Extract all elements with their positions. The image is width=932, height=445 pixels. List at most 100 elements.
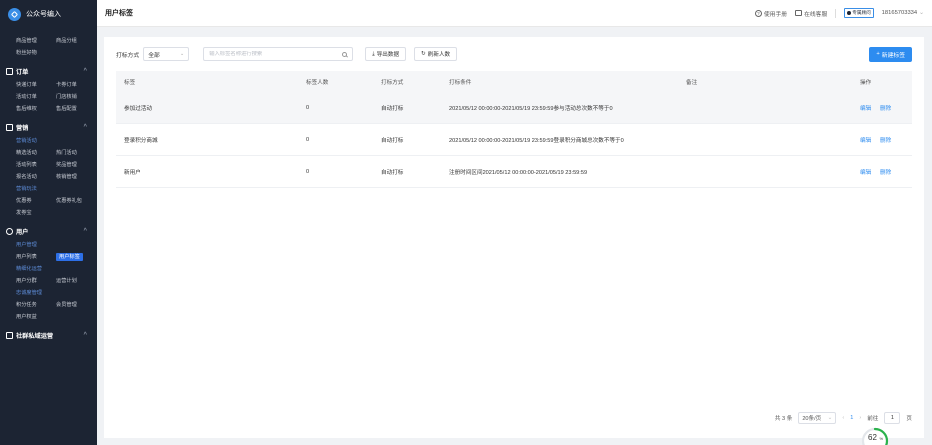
manual-link[interactable]: ? 使用手册 [754, 9, 788, 18]
create-label: 新建标签 [881, 52, 905, 59]
sidebar-item-user-list[interactable]: 用户列表 [16, 253, 56, 261]
goto-page-input[interactable]: 1 [884, 412, 901, 424]
tag-method: 自动打标 [381, 137, 404, 144]
brand-logo-icon [8, 7, 21, 21]
chevron-down-icon: ⌄ [827, 415, 833, 421]
sidebar-item-signup-activity[interactable]: 报名活动 [16, 173, 56, 181]
sidebar-subheading-loyalty: 忠诚度管理 [16, 290, 42, 296]
sidebar-subheading-marketing-play: 营销玩法 [16, 186, 37, 192]
page-title: 用户标签 [105, 10, 133, 17]
sidebar-section-community[interactable]: 社群私域运营 ^ [0, 328, 97, 342]
account-phone: 18165703334 [881, 10, 918, 16]
total-count: 共 3 条 [774, 416, 793, 422]
tag-name: 新用户 [124, 169, 141, 176]
tag-search[interactable] [203, 47, 354, 61]
col-count: 标签人数 [306, 79, 329, 86]
col-actions: 操作 [860, 79, 872, 86]
header-divider [835, 8, 837, 18]
brand[interactable]: 公众号编入 [0, 0, 97, 28]
sidebar-item-fan-goods[interactable]: 粉丝好物 [16, 49, 56, 57]
col-tag: 标签 [124, 79, 136, 86]
sidebar-item-verify-manage[interactable]: 核销管理 [56, 173, 96, 181]
delete-link[interactable]: 删除 [880, 104, 891, 112]
search-icon[interactable] [342, 51, 348, 57]
chevron-down-icon: ⌄ [919, 10, 924, 16]
refresh-icon: ↻ [421, 51, 426, 57]
progress-value: 62 [868, 433, 877, 442]
delete-link[interactable]: 删除 [880, 168, 891, 176]
sidebar-section-orders[interactable]: 订单 ^ [0, 64, 97, 78]
sidebar-item-express-orders[interactable]: 快递订单 [16, 81, 56, 89]
sidebar-item-coupon-pack[interactable]: 优惠券礼包 [56, 197, 96, 205]
tag-method: 自动打标 [381, 105, 404, 112]
order-icon [6, 67, 13, 75]
content-card: 打标方式 全部 ⌄ ⤓ 导出数据 ↻ 刷新人数 + 新建标签 标签 标签人数 打… [104, 37, 924, 438]
goto-label: 前往 [867, 416, 879, 422]
download-icon: ⤓ [372, 50, 375, 57]
edit-link[interactable]: 编辑 [860, 136, 871, 144]
sidebar-item-user-tags[interactable]: 用户标签 [56, 253, 83, 261]
sidebar-item-goods-group[interactable]: 商品分组 [56, 37, 96, 45]
tag-condition: 2021/05/12 00:00:00-2021/05/19 23:59:59登… [449, 137, 624, 144]
advisor-icon [847, 11, 852, 15]
tag-condition: 注册时间区间2021/05/12 00:00:00-2021/05/19 23:… [449, 169, 588, 176]
sidebar-item-coupon-orders[interactable]: 卡券订单 [56, 81, 96, 89]
export-label: 导出数据 [376, 52, 400, 58]
sidebar-item-store-verify[interactable]: 门店核销 [56, 93, 96, 101]
method-filter-select[interactable]: 全部 ⌄ [143, 47, 190, 61]
chevron-up-icon: ^ [83, 332, 87, 338]
support-link[interactable]: 在线客服 [795, 9, 827, 18]
tag-method: 自动打标 [381, 169, 404, 176]
page-number-current[interactable]: 1 [850, 415, 853, 421]
sidebar-item-points-task[interactable]: 积分任务 [16, 301, 56, 309]
sidebar-item-ops-plan[interactable]: 运营计划 [56, 277, 96, 285]
section-label: 订单 [16, 68, 29, 76]
sidebar-item-after-sales[interactable]: 售后维权 [16, 105, 56, 113]
page-size-select[interactable]: 20条/页 ⌄ [798, 412, 837, 424]
advisor-label: 专属顾问 [852, 10, 871, 15]
progress-ring[interactable]: 62 % [860, 426, 890, 445]
tag-count: 0 [306, 136, 310, 143]
sidebar-item-prize-manage[interactable]: 奖品管理 [56, 161, 96, 169]
prev-page-icon[interactable]: ‹ [842, 415, 844, 421]
table-row[interactable]: 新用户 0 自动打标 注册时间区间2021/05/12 00:00:00-202… [116, 156, 912, 188]
pagination: 共 3 条 20条/页 ⌄ ‹ 1 › 前往 1 页 [775, 412, 912, 424]
next-page-icon[interactable]: › [859, 415, 861, 421]
delete-link[interactable]: 删除 [880, 136, 891, 144]
search-input[interactable] [209, 51, 330, 57]
create-tag-button[interactable]: + 新建标签 [869, 46, 912, 62]
exclusive-advisor-badge[interactable]: 专属顾问 [844, 8, 874, 18]
table-row[interactable]: 参加过活动 0 自动打标 2021/05/12 00:00:00-2021/05… [116, 92, 912, 124]
sidebar-item-member-manage[interactable]: 会员管理 [56, 301, 96, 309]
export-button[interactable]: ⤓ 导出数据 [365, 47, 407, 61]
sidebar-item-after-sales-config[interactable]: 售后配置 [56, 105, 96, 113]
col-note: 备注 [686, 79, 698, 86]
sidebar-item-coupon-treasure[interactable]: 发券宝 [16, 209, 56, 217]
col-condition: 打标条件 [449, 79, 472, 86]
tag-count: 0 [306, 168, 310, 175]
section-label: 用户 [16, 228, 29, 236]
sidebar-item-activity-list[interactable]: 活动列表 [16, 161, 56, 169]
sidebar-subheading-fine-ops: 精细化运营 [16, 266, 42, 272]
sidebar-item-hot-activity[interactable]: 热门活动 [56, 149, 96, 157]
method-filter-label: 打标方式 [116, 52, 140, 59]
community-icon [6, 331, 13, 339]
tag-name: 参加过活动 [124, 105, 152, 112]
plus-icon: + [876, 51, 880, 57]
sidebar-item-featured-activity[interactable]: 精选活动 [16, 149, 56, 157]
refresh-button[interactable]: ↻ 刷新人数 [414, 47, 458, 61]
edit-link[interactable]: 编辑 [860, 168, 871, 176]
sidebar-item-goods-manage[interactable]: 商品管理 [16, 37, 56, 45]
sidebar-item-user-segments[interactable]: 用户分群 [16, 277, 56, 285]
edit-link[interactable]: 编辑 [860, 104, 871, 112]
sidebar-section-users[interactable]: 用户 ^ [0, 224, 97, 238]
chevron-up-icon: ^ [83, 124, 87, 130]
sidebar-item-coupon[interactable]: 优惠券 [16, 197, 56, 205]
section-label: 社群私域运营 [16, 332, 54, 340]
account-menu[interactable]: 18165703334 ⌄ [882, 10, 924, 16]
sidebar-section-marketing[interactable]: 营销 ^ [0, 120, 97, 134]
sidebar-item-user-benefits[interactable]: 用户权益 [16, 313, 56, 321]
table-row[interactable]: 登录积分商城 0 自动打标 2021/05/12 00:00:00-2021/0… [116, 124, 912, 156]
manual-label: 使用手册 [763, 11, 788, 18]
sidebar-item-activity-orders[interactable]: 活动订单 [16, 93, 56, 101]
